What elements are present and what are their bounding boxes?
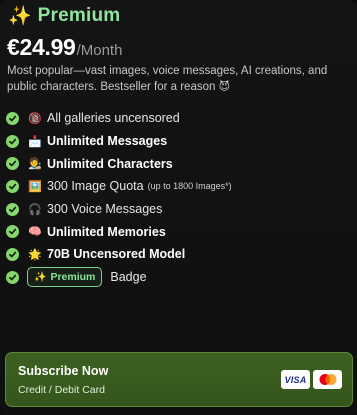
plan-price: €24.99 /Month	[7, 34, 122, 61]
feature-label: Unlimited Memories	[47, 224, 166, 239]
feature-list: 🔞 All galleries uncensored 📩 Unlimited Mess…	[6, 107, 351, 289]
feature-emoji-icon: 📩	[28, 135, 42, 148]
subscribe-button[interactable]: Subscribe Now Credit / Debit Card VISA	[5, 352, 353, 407]
check-icon	[6, 134, 19, 148]
plan-header: ✨ Premium	[8, 4, 120, 28]
payment-method-label: Credit / Debit Card	[18, 384, 105, 396]
feature-label: Unlimited Characters	[47, 156, 173, 171]
sparkle-icon: ✨	[34, 271, 47, 283]
feature-label: Unlimited Messages	[47, 134, 168, 149]
card-logos: VISA	[281, 370, 342, 389]
feature-emoji-icon: 🌟	[28, 248, 42, 261]
feature-note: (up to 1800 Images*)	[147, 181, 232, 192]
feature-item: 🖼️ 300 Image Quota (up to 1800 Images*)	[6, 175, 351, 198]
devil-icon: 😈	[218, 80, 231, 93]
description-text: Most popular—vast images, voice messages…	[7, 65, 328, 93]
price-amount: €24.99	[7, 34, 76, 60]
plan-title: Premium	[37, 5, 121, 26]
check-icon	[6, 179, 19, 193]
feature-emoji-icon: 🧠	[28, 226, 42, 239]
mastercard-icon	[313, 370, 342, 389]
feature-label: Badge	[110, 270, 147, 285]
feature-label: All galleries uncensored	[47, 111, 180, 126]
premium-badge: ✨ Premium	[27, 267, 103, 288]
check-icon	[6, 247, 19, 261]
feature-emoji-icon: 🎧	[28, 203, 42, 216]
feature-item: 🔞 All galleries uncensored	[6, 107, 351, 130]
subscribe-title: Subscribe Now	[18, 364, 109, 378]
feature-item: 🧑‍🎨 Unlimited Characters	[6, 152, 351, 175]
sparkle-icon: ✨	[8, 5, 32, 27]
check-icon	[6, 202, 19, 216]
check-icon	[6, 270, 19, 284]
feature-item: 🧠 Unlimited Memories	[6, 220, 351, 243]
feature-item: 📩 Unlimited Messages	[6, 130, 351, 153]
feature-emoji-icon: 🖼️	[28, 180, 42, 193]
feature-emoji-icon: 🔞	[28, 112, 42, 125]
check-icon	[6, 225, 19, 239]
check-icon	[6, 157, 19, 171]
plan-description: Most popular—vast images, voice messages…	[7, 64, 352, 95]
price-period: /Month	[76, 42, 123, 59]
feature-label: 70B Uncensored Model	[47, 247, 186, 262]
feature-label: 300 Image Quota	[47, 179, 144, 194]
feature-item: 🌟 70B Uncensored Model	[6, 243, 351, 266]
premium-badge-label: Premium	[50, 271, 96, 284]
check-icon	[6, 111, 19, 125]
feature-label: 300 Voice Messages	[47, 202, 163, 217]
visa-icon: VISA	[281, 370, 310, 389]
feature-item: 🎧 300 Voice Messages	[6, 198, 351, 221]
feature-item-badge: ✨ Premium Badge	[6, 266, 351, 289]
feature-emoji-icon: 🧑‍🎨	[28, 158, 42, 171]
premium-plan-card: ✨ Premium €24.99 /Month Most popular—vas…	[0, 0, 357, 415]
